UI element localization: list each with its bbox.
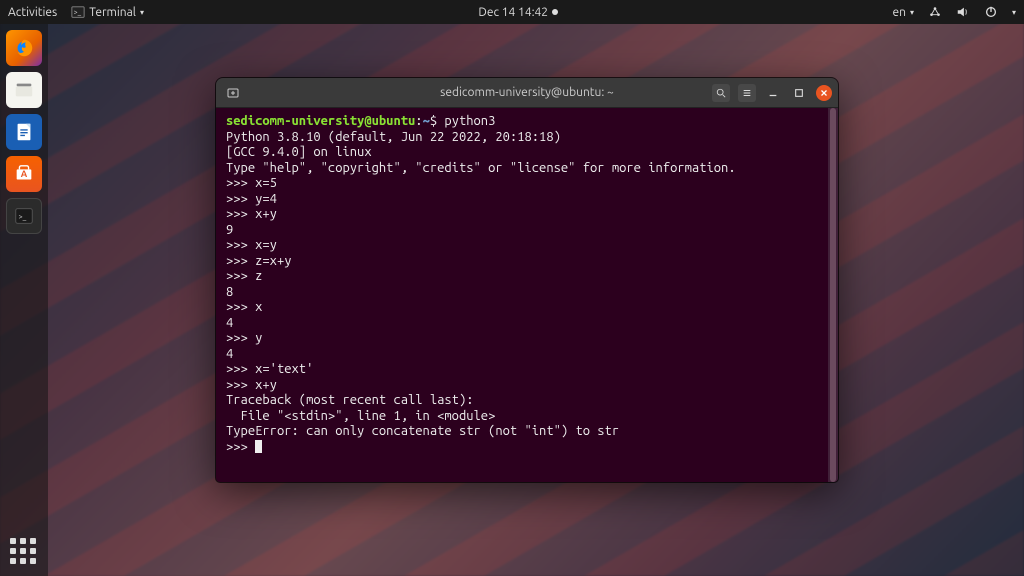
show-applications-button[interactable] <box>10 538 38 566</box>
dock-item-libreoffice-writer[interactable] <box>6 114 42 150</box>
volume-icon[interactable] <box>956 5 970 19</box>
power-icon[interactable] <box>984 5 998 19</box>
app-menu-label: Terminal <box>89 6 136 19</box>
new-tab-button[interactable] <box>222 82 244 104</box>
app-menu[interactable]: >_ Terminal ▾ <box>71 5 144 19</box>
clock-label: Dec 14 14:42 <box>478 6 548 19</box>
terminal-window: sedicomm-university@ubuntu: ~ sedicomm-u… <box>216 78 838 482</box>
terminal-menu-icon: >_ <box>71 5 85 19</box>
dock: A >_ <box>0 24 48 576</box>
search-button[interactable] <box>712 84 730 102</box>
chevron-down-icon: ▾ <box>1012 8 1016 17</box>
notification-dot-icon <box>552 9 558 15</box>
minimize-button[interactable] <box>764 84 782 102</box>
terminal-scrollbar[interactable] <box>828 108 838 482</box>
svg-text:>_: >_ <box>19 213 27 221</box>
input-source[interactable]: en ▾ <box>892 6 914 19</box>
dock-item-ubuntu-software[interactable]: A <box>6 156 42 192</box>
chevron-down-icon: ▾ <box>910 8 914 17</box>
dock-item-terminal[interactable]: >_ <box>6 198 42 234</box>
svg-text:>_: >_ <box>74 9 82 17</box>
svg-text:A: A <box>21 168 28 179</box>
close-button[interactable] <box>816 85 832 101</box>
dock-item-files[interactable] <box>6 72 42 108</box>
chevron-down-icon: ▾ <box>140 8 144 17</box>
maximize-button[interactable] <box>790 84 808 102</box>
hamburger-menu-button[interactable] <box>738 84 756 102</box>
terminal-body[interactable]: sedicomm-university@ubuntu:~$ python3 Py… <box>216 108 838 482</box>
activities-button[interactable]: Activities <box>8 6 57 19</box>
terminal-titlebar[interactable]: sedicomm-university@ubuntu: ~ <box>216 78 838 108</box>
clock-menu[interactable]: Dec 14 14:42 <box>478 6 558 19</box>
scrollbar-thumb[interactable] <box>830 108 836 482</box>
network-icon[interactable] <box>928 5 942 19</box>
top-bar: Activities >_ Terminal ▾ Dec 14 14:42 en… <box>0 0 1024 24</box>
dock-item-firefox[interactable] <box>6 30 42 66</box>
language-label: en <box>892 6 905 19</box>
